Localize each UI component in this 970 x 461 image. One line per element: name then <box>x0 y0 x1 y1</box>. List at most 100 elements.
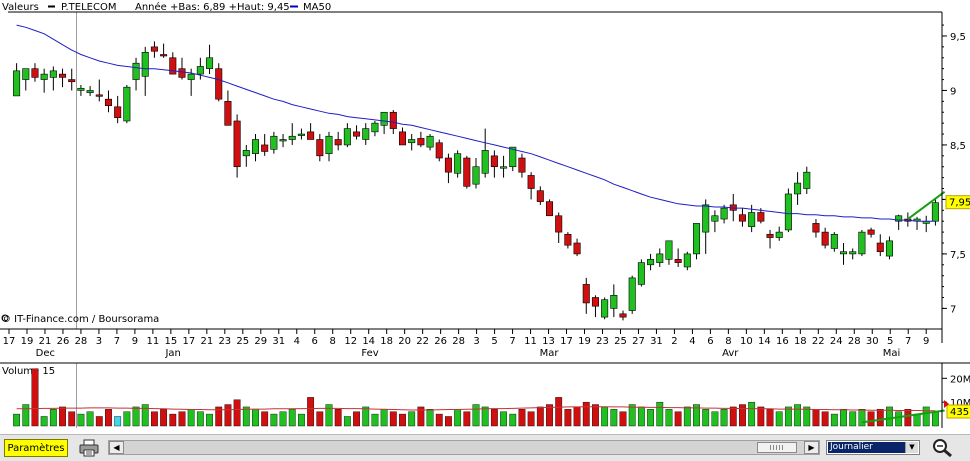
scroll-left-arrow-icon[interactable]: ◀ <box>109 441 124 454</box>
stock-chart-area: Volume 1520M10M435 9,598,587,577,9517192… <box>0 1 970 428</box>
volume-bar-down <box>445 416 452 427</box>
parameters-button[interactable]: Paramètres <box>4 439 68 457</box>
x-day-label: 8 <box>330 336 336 347</box>
candle <box>472 158 480 189</box>
volume-bar-up <box>22 404 30 427</box>
candle-body-up <box>628 277 636 311</box>
x-day-label: 18 <box>794 336 807 347</box>
candle-body-down <box>812 223 820 233</box>
candle <box>362 123 370 145</box>
x-day-label: 9 <box>132 336 138 347</box>
candle-body-down <box>674 259 682 263</box>
zoom-icon[interactable] <box>932 438 954 458</box>
x-day-label: 25 <box>236 336 249 347</box>
x-day-label: 15 <box>164 336 177 347</box>
candle-body-up <box>775 231 783 238</box>
time-scrollbar[interactable]: ◀ ▶ <box>108 440 820 455</box>
candle-body-down <box>876 242 884 253</box>
candle-body-down <box>591 297 599 307</box>
printer-icon[interactable] <box>79 439 99 457</box>
volume-bar-up <box>362 406 370 427</box>
x-day-label: 17 <box>560 336 573 347</box>
candle-body-down <box>527 175 535 189</box>
volume-title: Volume 15 <box>2 366 55 377</box>
candle <box>619 310 627 321</box>
candle <box>766 229 774 249</box>
x-day-label: 29 <box>254 336 267 347</box>
volume-bar-up <box>647 409 654 427</box>
candle-body-up <box>408 139 416 144</box>
candle-body-down <box>417 138 425 146</box>
volume-bar-down <box>399 413 406 427</box>
chevron-down-icon[interactable]: ▼ <box>905 442 918 453</box>
x-day-label: 28 <box>848 336 861 347</box>
volume-bar-down <box>729 406 737 427</box>
volume-bar-up <box>886 406 893 427</box>
candle <box>68 68 76 91</box>
volume-bar-down <box>307 397 315 427</box>
price-y-tick-label: 7 <box>950 304 956 315</box>
candle-body-up <box>637 262 645 285</box>
x-day-label: 6 <box>312 336 318 347</box>
candle <box>343 123 351 148</box>
candle <box>775 226 783 241</box>
x-day-label: 7 <box>905 336 911 347</box>
candle <box>150 41 158 58</box>
candle-body-up <box>692 223 701 255</box>
candle <box>628 275 636 314</box>
candle <box>794 172 802 205</box>
volume-bar-down <box>435 413 443 427</box>
volume-bar-down <box>224 404 232 427</box>
period-select[interactable]: Journalier ▼ <box>826 440 920 455</box>
x-day-label: 20 <box>398 336 411 347</box>
volume-bar-up <box>913 413 921 427</box>
volume-bar-up <box>500 411 507 427</box>
volume-bar-up <box>279 411 287 427</box>
volume-bar-up <box>380 409 388 427</box>
volume-bar-up <box>784 406 792 427</box>
candle-body-up <box>481 150 489 174</box>
volume-bar-down <box>353 411 360 427</box>
candle <box>601 297 609 320</box>
scroll-thumb[interactable] <box>757 442 797 453</box>
volume-bar-up <box>426 409 434 427</box>
candle-body-down <box>95 94 103 97</box>
volume-bar-down <box>316 411 324 427</box>
volume-bar-up <box>454 409 462 427</box>
volume-bar-up <box>49 409 57 427</box>
candle <box>683 251 691 271</box>
volume-bar-up <box>720 409 728 427</box>
candle-body-down <box>738 214 746 222</box>
candle <box>224 90 232 126</box>
candle-body-up <box>702 204 710 233</box>
candle <box>279 134 287 148</box>
candle <box>132 57 140 91</box>
grip-icon <box>770 445 784 450</box>
x-day-label: 14 <box>362 336 375 347</box>
volume-bar-down <box>619 411 627 427</box>
volume-bar-down <box>490 409 498 427</box>
candle <box>656 248 664 267</box>
x-day-label: 8 <box>725 336 731 347</box>
x-day-label: 5 <box>887 336 893 347</box>
candle <box>288 123 296 145</box>
legend-year-range-label: Année +Bas: 6,89 +Haut: 9,45 <box>135 1 290 13</box>
volume-bar-down <box>114 416 122 427</box>
volume-bar-up <box>509 413 517 427</box>
candle-body-down <box>334 139 342 146</box>
candle <box>261 134 269 156</box>
candle-body-up <box>426 135 434 148</box>
scroll-right-arrow-icon[interactable]: ▶ <box>804 441 819 454</box>
volume-bar-down <box>233 399 241 427</box>
volume-bar-up <box>40 416 48 427</box>
candle <box>591 295 599 318</box>
candle <box>490 150 498 178</box>
candle-body-up <box>288 135 296 140</box>
volume-bar-up <box>628 404 636 427</box>
candle <box>334 131 342 151</box>
legend-values-label: Valeurs <box>2 2 39 13</box>
candle <box>885 236 893 260</box>
candle <box>307 123 315 140</box>
x-day-label: 26 <box>434 336 447 347</box>
candle-body-down <box>435 142 443 159</box>
